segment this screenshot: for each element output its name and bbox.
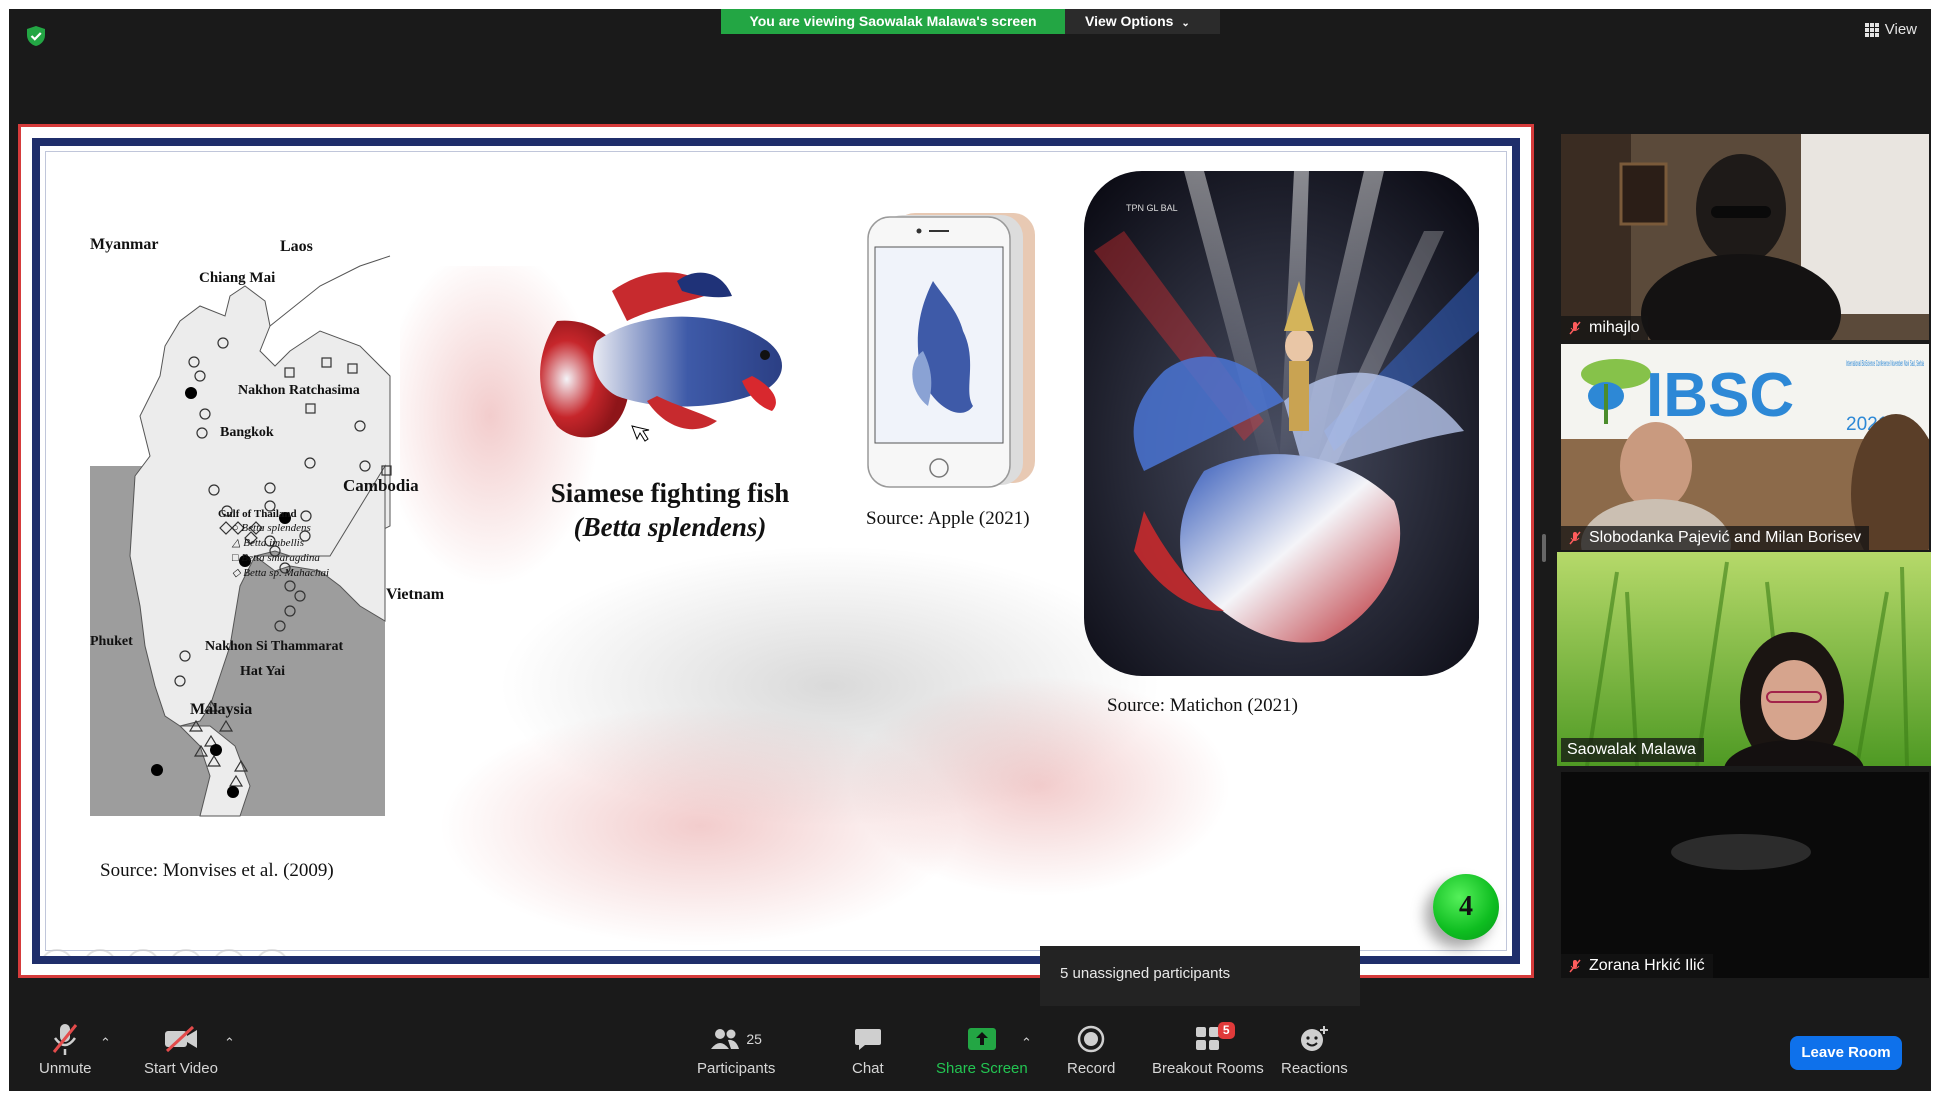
participants-label: Participants [697, 1060, 776, 1077]
video-feed: IBSC 2021 International BioScience Confe… [1561, 344, 1929, 550]
zoom-window: You are viewing Saowalak Malawa's screen… [9, 9, 1931, 1091]
meeting-toolbar: Unmute ⌃ Start Video ⌃ 25 Participants C… [9, 1007, 1931, 1091]
map-label-chiang-mai: Chiang Mai [199, 270, 276, 286]
gala-logo-text: TPN GL BAL [1126, 203, 1178, 213]
view-label: View [1884, 21, 1917, 38]
pen-icon[interactable] [126, 949, 160, 956]
video-feed [1561, 772, 1929, 978]
view-options-button[interactable]: View Options ⌄ [1065, 9, 1220, 34]
chevron-down-icon: ⌄ [1181, 18, 1190, 29]
iphone-image [867, 213, 1035, 488]
share-screen-icon [967, 1028, 996, 1050]
zoom-icon[interactable] [212, 949, 246, 956]
participant-name: Saowalak Malawa [1561, 738, 1704, 762]
map-label-phuket: Phuket [90, 634, 133, 649]
fish-title-common: Siamese fighting fish [550, 478, 790, 508]
map-label-hat-yai: Hat Yai [240, 664, 285, 679]
map-label-vietnam: Vietnam [386, 586, 445, 603]
microphone-muted-icon [1569, 321, 1581, 335]
map-label-gulf-of-thailand: Gulf of Thailand [218, 508, 297, 520]
shared-screen[interactable]: Myanmar Laos Chiang Mai Nakhon Ratchasim… [18, 124, 1534, 978]
audio-options-chevron-icon[interactable]: ⌃ [100, 1035, 111, 1051]
slide-page-number: 4 [1433, 874, 1499, 940]
participant-tile-slobodanka-milan[interactable]: IBSC 2021 International BioScience Confe… [1561, 344, 1929, 550]
record-label: Record [1067, 1060, 1116, 1077]
map-label-laos: Laos [280, 238, 313, 255]
breakout-rooms-badge: 5 [1217, 1022, 1235, 1039]
map-label-nakhon-ratchasima: Nakhon Ratchasima [238, 383, 360, 398]
map-source: Source: Monvises et al. (2009) [100, 860, 334, 881]
previous-slide-icon[interactable] [40, 949, 74, 956]
participants-button[interactable]: 25 Participants [697, 1019, 775, 1077]
video-camera-off-icon [164, 1025, 197, 1053]
apple-source: Source: Apple (2021) [866, 508, 1030, 529]
unmute-button[interactable]: Unmute [39, 1019, 92, 1077]
share-options-chevron-icon[interactable]: ⌃ [1021, 1035, 1032, 1051]
viewing-banner: You are viewing Saowalak Malawa's screen… [721, 9, 1220, 34]
view-layout-button[interactable]: View [1864, 21, 1917, 38]
all-slides-icon[interactable] [169, 949, 203, 956]
view-options-label: View Options [1085, 13, 1174, 29]
leave-room-button[interactable]: Leave Room [1790, 1036, 1902, 1070]
microphone-muted-icon [53, 1024, 78, 1055]
slideshow-tools [40, 949, 289, 956]
record-button[interactable]: Record [1067, 1019, 1115, 1077]
video-feed [1557, 552, 1931, 766]
chat-bubble-icon [854, 1029, 881, 1050]
thailand-map: Myanmar Laos Chiang Mai Nakhon Ratchasim… [90, 226, 490, 826]
participants-icon [711, 1029, 740, 1049]
presentation-slide: Myanmar Laos Chiang Mai Nakhon Ratchasim… [32, 138, 1520, 964]
next-slide-icon[interactable] [83, 949, 117, 956]
map-label-malaysia: Malaysia [190, 701, 253, 718]
map-label-cambodia: Cambodia [343, 476, 419, 495]
unassigned-participants-tooltip[interactable]: 5 unassigned participants [1040, 946, 1360, 1006]
panel-splitter-handle[interactable] [1542, 534, 1546, 562]
map-label-bangkok: Bangkok [220, 425, 274, 440]
video-options-chevron-icon[interactable]: ⌃ [224, 1035, 235, 1051]
map-label-myanmar: Myanmar [90, 236, 159, 253]
legend-betta-imbellis: △ Betta imbellis [232, 537, 305, 549]
start-video-label: Start Video [144, 1060, 218, 1077]
participant-tile-mihajlo[interactable]: mihajlo [1561, 134, 1929, 340]
map-legend: ○ Betta splendens △ Betta imbellis □ Bet… [232, 521, 329, 581]
reactions-button[interactable]: Reactions [1281, 1019, 1348, 1077]
breakout-rooms-label: Breakout Rooms [1152, 1060, 1264, 1077]
legend-betta-mahachai: ◇ Betta sp. Mahachai [232, 567, 330, 579]
microphone-muted-icon [1569, 959, 1581, 973]
reactions-label: Reactions [1281, 1060, 1348, 1077]
participant-name: Slobodanka Pajević and Milan Borisev [1561, 526, 1870, 550]
share-screen-button[interactable]: Share Screen [936, 1019, 1028, 1077]
miss-grand-costume-image: TPN GL BAL [1084, 171, 1479, 676]
grid-icon [1864, 22, 1879, 37]
record-icon [1077, 1025, 1105, 1053]
ibsc-banner-text: IBSC [1646, 361, 1794, 430]
breakout-rooms-button[interactable]: 5 Breakout Rooms [1152, 1019, 1264, 1077]
betta-fish-image [540, 272, 782, 442]
security-shield-icon[interactable] [25, 25, 47, 47]
matichon-source: Source: Matichon (2021) [1107, 695, 1299, 716]
fish-title: Siamese fighting fish (Betta splendens) [520, 476, 820, 544]
share-screen-label: Share Screen [936, 1060, 1028, 1077]
fish-title-scientific: (Betta splendens) [573, 512, 767, 542]
ibsc-subtitle: International BioScience Conference Nove… [1846, 359, 1924, 368]
participant-name: mihajlo [1561, 316, 1648, 340]
emoji-smile-plus-icon [1301, 1026, 1329, 1051]
start-video-button[interactable]: Start Video [144, 1019, 218, 1077]
video-feed [1561, 134, 1929, 340]
chat-label: Chat [852, 1060, 884, 1077]
chat-button[interactable]: Chat [852, 1019, 884, 1077]
microphone-muted-icon [1569, 531, 1581, 545]
participant-tile-zorana[interactable]: Zorana Hrkić Ilić [1561, 772, 1929, 978]
legend-betta-smaragdina: □ Betta smaragdina [232, 552, 320, 564]
viewing-label: You are viewing Saowalak Malawa's screen [721, 9, 1065, 34]
map-label-nakhon-si-thammarat: Nakhon Si Thammarat [205, 639, 344, 654]
participant-name: Zorana Hrkić Ilić [1561, 954, 1713, 978]
more-options-icon[interactable] [255, 949, 289, 956]
legend-betta-splendens: ○ Betta splendens [232, 522, 311, 534]
participant-tile-saowalak-active-speaker[interactable]: Saowalak Malawa [1557, 552, 1931, 766]
participants-count: 25 [746, 1031, 762, 1047]
unmute-label: Unmute [39, 1060, 92, 1077]
